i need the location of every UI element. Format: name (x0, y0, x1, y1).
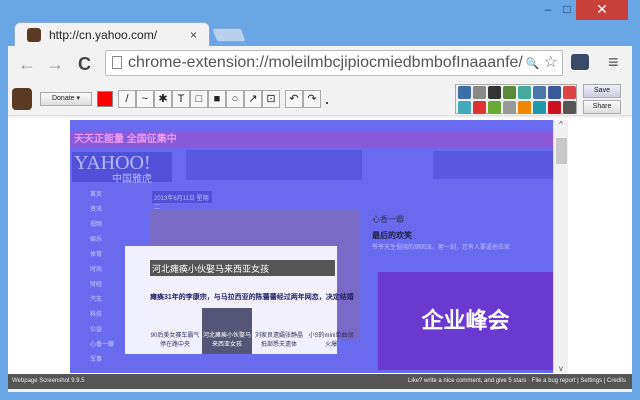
search-box[interactable] (186, 150, 362, 180)
url-text: chrome-extension://moleilmbcjipiocmiedbm… (128, 54, 523, 71)
share-service-icon[interactable] (548, 86, 561, 99)
separator: | (577, 378, 579, 384)
curve-tool[interactable]: ~ (136, 90, 154, 108)
page-icon (112, 56, 122, 69)
share-service-icon[interactable] (533, 101, 546, 114)
slide-caption: 河北瘫痪小伙娶马来西亚女孩 (150, 260, 335, 276)
side-head[interactable]: 最后的欢笑 (372, 230, 412, 241)
footer-bar: Webpage Screenshot 9.9.5 Like? write a n… (8, 374, 632, 389)
address-bar[interactable]: chrome-extension://moleilmbcjipiocmiedbm… (105, 50, 563, 76)
side-nav-item[interactable]: 首页 (74, 188, 144, 203)
share-button[interactable]: Share (583, 100, 621, 114)
menu-icon[interactable]: ≡ (608, 52, 619, 73)
scroll-down-icon[interactable]: v (554, 364, 568, 373)
tab-yahoo[interactable]: http://cn.yahoo.com/ × (14, 22, 210, 48)
thumb-strip: 90后美女赛车霸气停在路中央 河北瘫痪小伙娶马来西亚女孩 刘家良遗孀张静晶抵部悉夫遗… (150, 308, 360, 354)
ellipse-tool[interactable]: ○ (226, 90, 244, 108)
forward-button[interactable]: → (46, 54, 64, 75)
date-text: 2013年6月11日 星期二 (152, 191, 212, 211)
settings-link[interactable]: Settings (580, 378, 602, 384)
new-tab-button[interactable] (211, 28, 247, 42)
side-title: 心香一瓣 (372, 215, 404, 224)
blur-tool[interactable]: ✱ (154, 90, 172, 108)
filled-rectangle-tool[interactable]: ■ (208, 90, 226, 108)
share-service-icon[interactable] (533, 86, 546, 99)
tab-close-icon[interactable]: × (190, 23, 197, 47)
vertical-scrollbar[interactable]: ^ v (553, 120, 568, 373)
share-service-icon[interactable] (488, 86, 501, 99)
close-window-button[interactable]: ✕ (576, 0, 628, 20)
side-nav-item[interactable]: 视频 (74, 218, 144, 233)
extension-logo-icon (12, 88, 32, 110)
crop-tool[interactable]: ⊡ (262, 90, 280, 108)
share-service-icon[interactable] (548, 101, 561, 114)
share-service-icon[interactable] (473, 86, 486, 99)
maximize-button[interactable]: □ (559, 0, 575, 20)
share-service-icon[interactable] (563, 86, 576, 99)
share-service-icon[interactable] (518, 86, 531, 99)
side-nav-item[interactable]: 军事 (74, 353, 144, 368)
share-service-icon[interactable] (488, 101, 501, 114)
share-service-icon[interactable] (458, 101, 471, 114)
thumb-item[interactable]: 90后美女赛车霸气停在路中央 (150, 308, 200, 354)
promo-banner[interactable]: 企业峰会 (378, 272, 553, 370)
undo-tool[interactable]: ↶ (285, 90, 303, 108)
text-tool[interactable]: T (172, 90, 190, 108)
donate-button[interactable]: Donate ▾ (40, 92, 92, 106)
share-service-icon[interactable] (473, 101, 486, 114)
share-service-icon[interactable] (503, 101, 516, 114)
version-text: Webpage Screenshot 9.9.5 (12, 378, 85, 384)
share-service-icon[interactable] (458, 86, 471, 99)
credits-link[interactable]: Credits (607, 378, 626, 384)
separator: | (603, 378, 606, 384)
zoom-icon[interactable]: 🔍 (526, 58, 540, 70)
rectangle-tool[interactable]: □ (190, 90, 208, 108)
thumb-item[interactable]: 小S的mini单曲很火爆 (306, 308, 356, 354)
arrow-tool[interactable]: ↗ (244, 90, 262, 108)
separator-dot (326, 102, 328, 104)
rate-link[interactable]: Like? write a nice comment, and give 5 s… (408, 378, 526, 384)
share-service-icon[interactable] (518, 101, 531, 114)
line-tool[interactable]: / (118, 90, 136, 108)
minimize-button[interactable]: – (540, 0, 556, 20)
share-services-panel (455, 84, 577, 114)
tab-favicon-icon (27, 28, 41, 42)
share-service-icon[interactable] (563, 101, 576, 114)
headline[interactable]: 瘫痪31年的李康宗，与马拉西亚的陈蕾蕾经过两年网恋，决定结婚 (150, 292, 360, 302)
screenshot-extension-icon[interactable] (571, 54, 589, 70)
thumb-item[interactable]: 河北瘫痪小伙娶马来西亚女孩 (202, 308, 252, 354)
yahoo-logo: YAHOO! 中国雅虎 (72, 152, 172, 185)
share-service-icon[interactable] (503, 86, 516, 99)
redo-tool[interactable]: ↷ (303, 90, 321, 108)
banner: 天天正能量 全国征集中 (70, 132, 553, 148)
star-icon[interactable]: ☆ (544, 54, 558, 71)
scroll-up-icon[interactable]: ^ (554, 120, 568, 129)
back-button[interactable]: ← (18, 54, 36, 75)
weather-widget (433, 151, 553, 179)
tab-title: http://cn.yahoo.com/ (49, 28, 158, 42)
side-text: 爷爷天生倔强的顽固派，屋一刻，忍有人要逼他去家 (372, 245, 511, 251)
save-button[interactable]: Save (583, 84, 621, 98)
thumb-item[interactable]: 刘家良遗孀张静晶抵部悉夫遗体 (254, 308, 304, 354)
side-nav-item[interactable]: 资讯 (74, 203, 144, 218)
color-picker[interactable] (97, 91, 113, 107)
bug-report-link[interactable]: File a bug report (532, 378, 576, 384)
screenshot-canvas[interactable]: 天天正能量 全国征集中 YAHOO! 中国雅虎 2013年6月11日 星期二 首页… (70, 120, 553, 373)
reload-button[interactable]: C (78, 54, 91, 75)
scrollbar-thumb[interactable] (556, 138, 567, 164)
